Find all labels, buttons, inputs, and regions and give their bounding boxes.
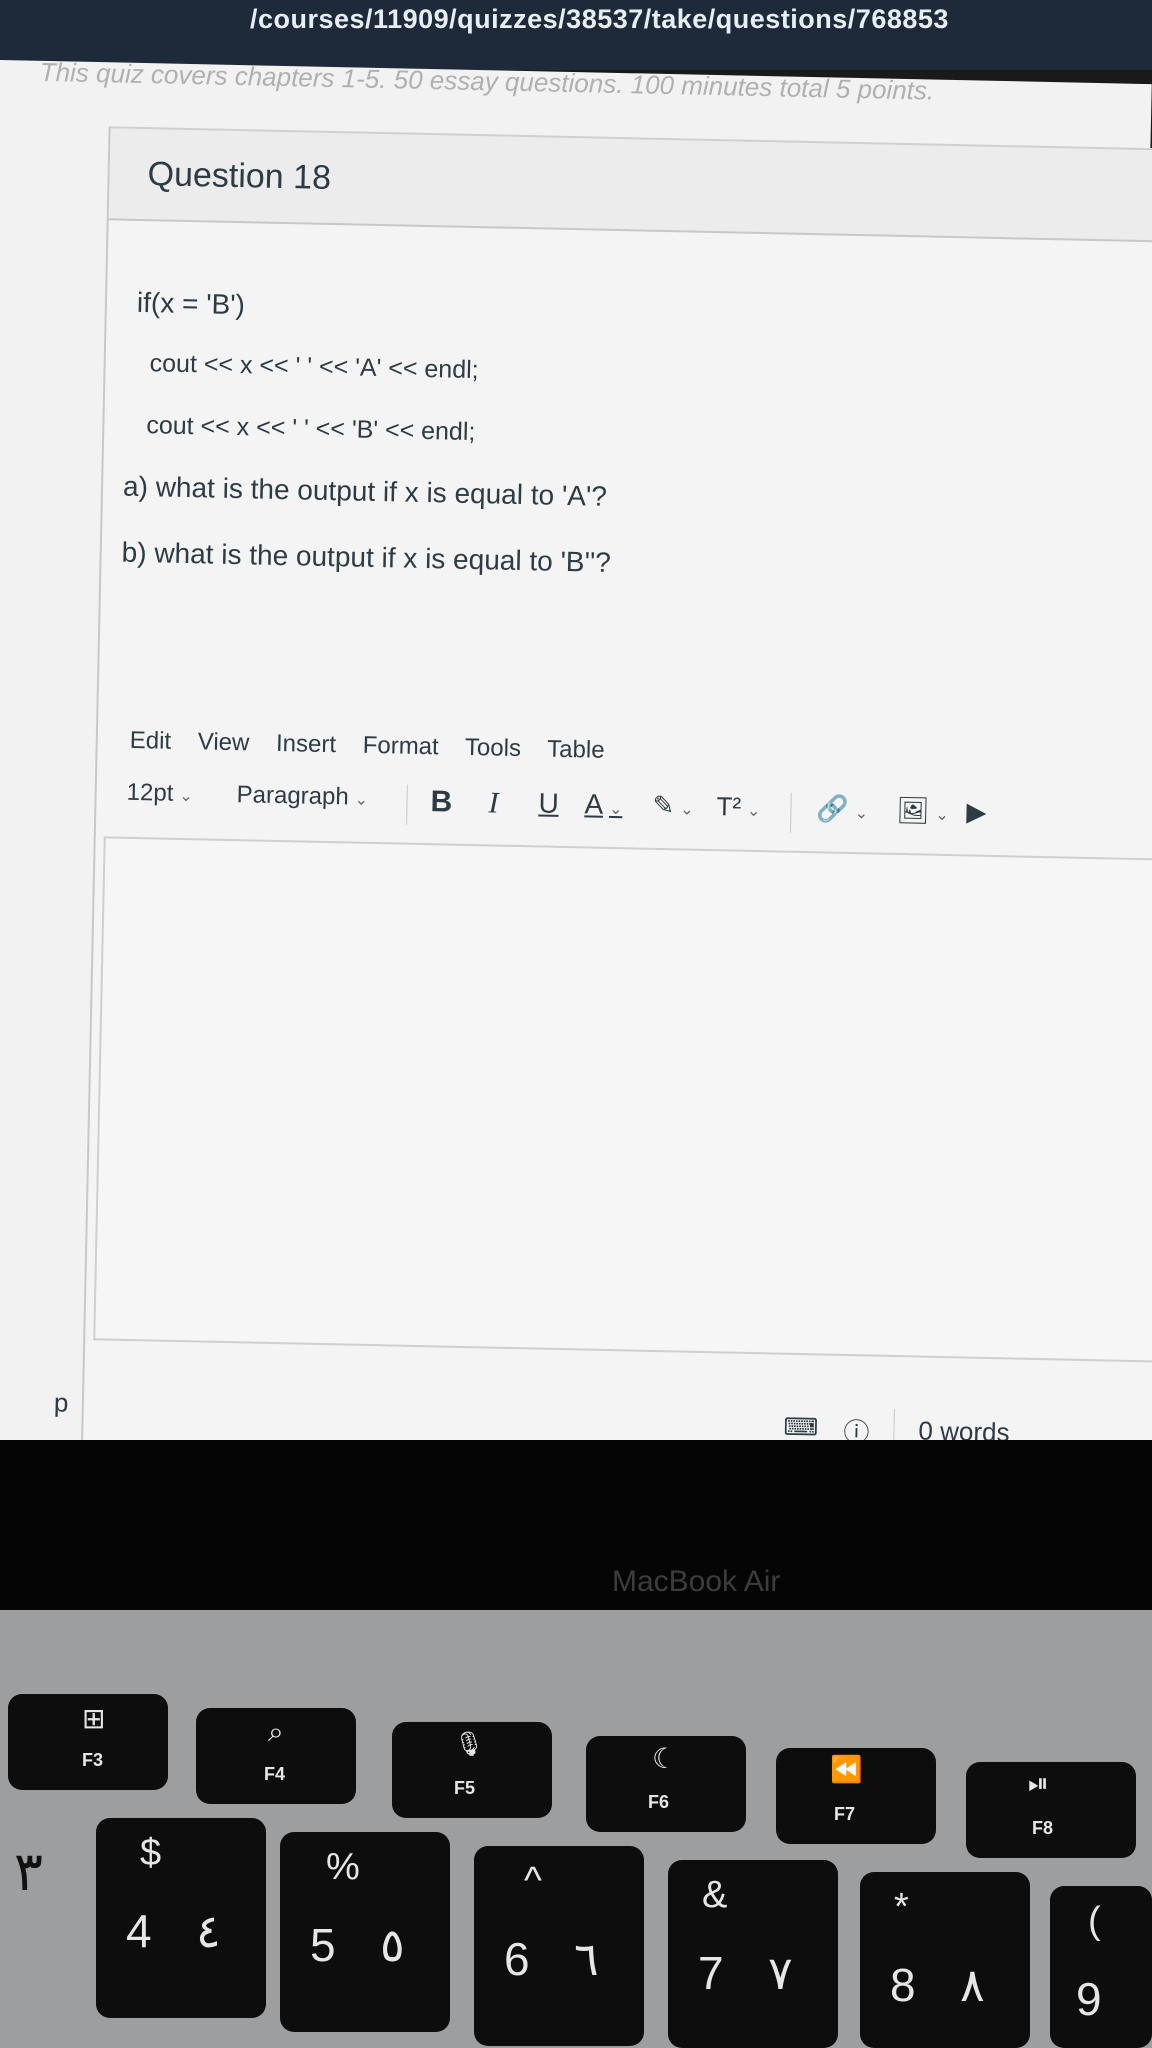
menu-format[interactable]: Format <box>362 732 439 761</box>
font-size-value: 12pt <box>126 778 174 807</box>
editor-menubar: Edit View Insert Format Tools Table <box>129 727 624 765</box>
rich-text-editor[interactable] <box>93 836 1152 1363</box>
underline-button[interactable]: U <box>538 787 559 819</box>
menu-table[interactable]: Table <box>547 736 605 764</box>
chevron-down-icon: ⌄ <box>935 806 949 825</box>
key-8[interactable]: * 8 ٨ <box>860 1872 1030 2048</box>
rewind-icon: ⏪ <box>830 1754 863 1784</box>
key-f3[interactable]: ⊞ F3 <box>8 1694 168 1790</box>
chevron-down-icon: ⌄ <box>354 791 369 809</box>
superscript-label: T² <box>716 791 742 822</box>
text-color-button[interactable]: A ⌄ <box>584 788 623 821</box>
device-brand: MacBook Air <box>612 1565 781 1598</box>
bold-button[interactable]: B <box>430 785 452 819</box>
question-line: cout << x << ' ' << 'A' << endl; <box>149 349 479 385</box>
laptop-bezel <box>0 1440 1152 1620</box>
menu-view[interactable]: View <box>198 728 250 756</box>
toolbar-divider <box>789 792 792 833</box>
mission-control-icon: ⊞ <box>82 1703 106 1734</box>
superscript-button[interactable]: T² ⌄ <box>716 791 761 823</box>
editor-toolbar: 12pt ⌄ Paragraph ⌄ B I U A ⌄ ✎ ⌄ T² ⌄ 🔗 ⌄ 🖼 ⌄ ▶ <box>126 779 1152 845</box>
chevron-down-icon: ⌄ <box>608 800 623 819</box>
moon-icon: ☾ <box>652 1743 678 1774</box>
play-pause-icon: ⏯ <box>1028 1768 1049 1798</box>
menu-insert[interactable]: Insert <box>276 730 337 758</box>
chevron-down-icon: ⌄ <box>854 805 869 823</box>
question-line: cout << x << ' ' << 'B' << endl; <box>146 411 476 447</box>
url-text[interactable]: /courses/11909/quizzes/38537/take/questi… <box>250 4 949 35</box>
question-title: Question 18 <box>147 155 332 197</box>
menu-edit[interactable]: Edit <box>129 727 171 755</box>
chevron-down-icon: ⌄ <box>746 802 761 821</box>
key-5[interactable]: % 5 ٥ <box>280 1832 450 2032</box>
block-format-select[interactable]: Paragraph ⌄ <box>236 781 368 812</box>
media-button[interactable]: ▶ <box>966 796 987 827</box>
editor-path: p <box>53 1387 69 1418</box>
keyboard-icon[interactable]: ⌨ <box>783 1413 818 1443</box>
link-button[interactable]: 🔗 ⌄ <box>816 793 868 825</box>
font-size-select[interactable]: 12pt ⌄ <box>126 779 193 808</box>
italic-button[interactable]: I <box>488 786 499 820</box>
link-icon: 🔗 <box>816 793 850 824</box>
key-9[interactable]: ( 9 <box>1050 1886 1152 2048</box>
key-f8[interactable]: ⏯ F8 <box>966 1762 1136 1858</box>
text-color-label: A <box>584 788 604 820</box>
question-header: Question 18 <box>108 126 1152 243</box>
chevron-down-icon: ⌄ <box>179 787 193 806</box>
image-icon: 🖼 <box>896 794 930 826</box>
microphone-icon: 🎙 <box>454 1731 485 1758</box>
question-line: a) what is the output if x is equal to '… <box>122 470 608 512</box>
key-f5[interactable]: 🎙 F5 <box>392 1722 552 1818</box>
question-line: b) what is the output if x is equal to '… <box>121 536 612 578</box>
keyboard-deck: ⊞ F3 ⌕ F4 🎙 F5 ☾ F6 ⏪ F7 ⏯ F8 ٣ $ 4 ٤ % … <box>0 1610 1152 2048</box>
key-edge-glyph: ٣ <box>14 1842 44 1902</box>
question-card: Question 18 if(x = 'B') cout << x << ' '… <box>54 126 1152 1469</box>
highlighter-icon: ✎ <box>652 789 675 821</box>
key-f7[interactable]: ⏪ F7 <box>776 1748 936 1844</box>
key-4[interactable]: $ 4 ٤ <box>96 1818 266 2018</box>
key-7[interactable]: & 7 ٧ <box>668 1860 838 2048</box>
key-f6[interactable]: ☾ F6 <box>586 1736 746 1832</box>
media-icon: ▶ <box>966 796 987 827</box>
key-6[interactable]: ^ 6 ٦ <box>474 1846 644 2046</box>
menu-tools[interactable]: Tools <box>465 734 522 762</box>
key-f4[interactable]: ⌕ F4 <box>196 1708 356 1804</box>
browser-viewport: This quiz covers chapters 1-5. 50 essay … <box>0 57 1152 1474</box>
question-line: if(x = 'B') <box>136 286 246 321</box>
image-button[interactable]: 🖼 ⌄ <box>896 795 949 827</box>
chevron-down-icon: ⌄ <box>680 801 694 819</box>
search-icon: ⌕ <box>268 1716 284 1747</box>
highlight-button[interactable]: ✎ ⌄ <box>652 790 694 822</box>
block-format-value: Paragraph <box>236 781 350 811</box>
toolbar-divider <box>406 784 408 825</box>
